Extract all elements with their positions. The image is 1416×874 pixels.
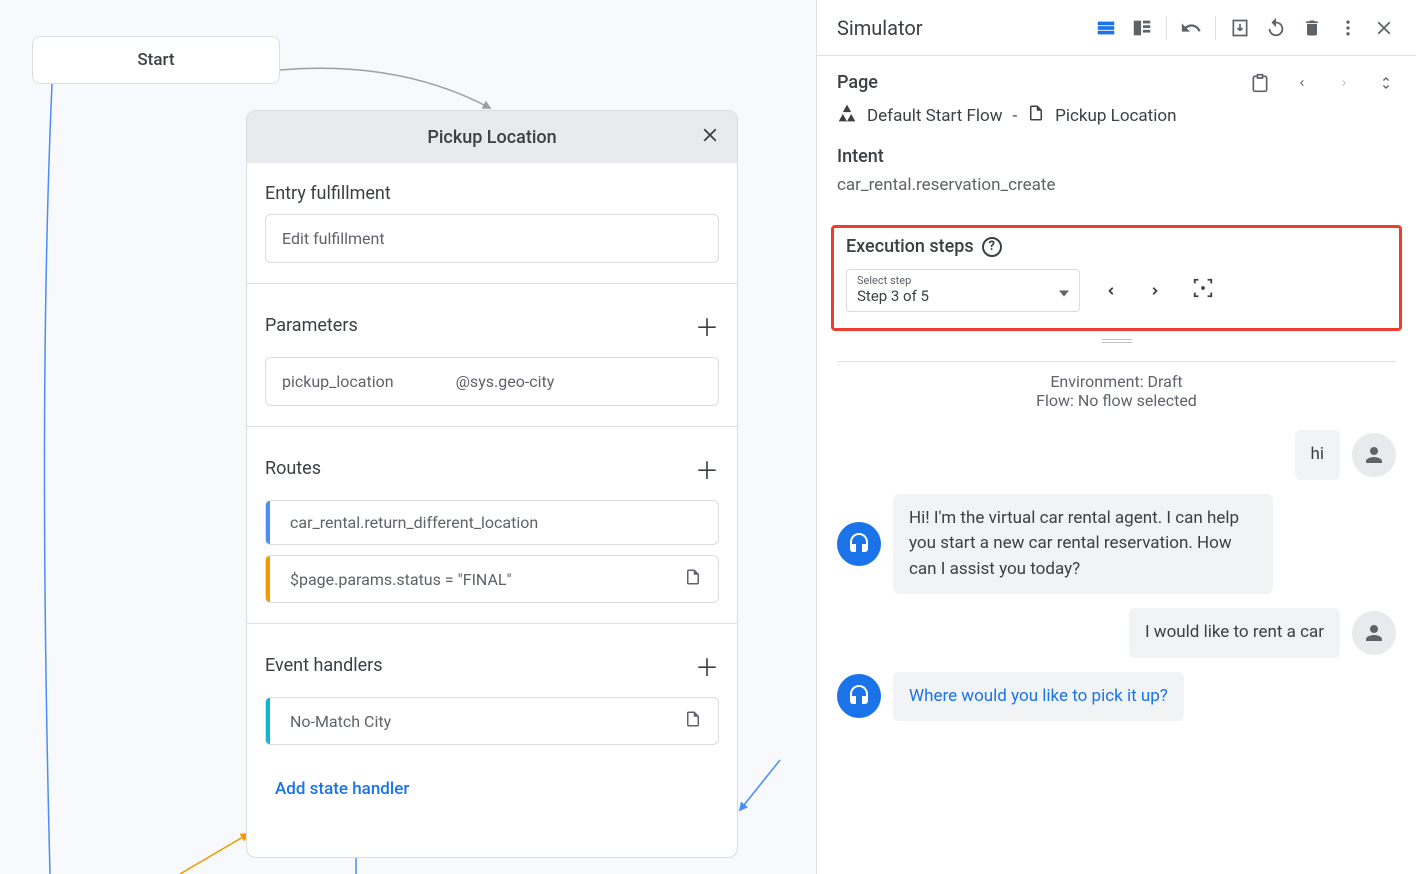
step-next-button[interactable]: [1148, 279, 1162, 303]
add-event-handler-button[interactable]: ＋: [695, 648, 719, 683]
add-route-button[interactable]: ＋: [695, 451, 719, 486]
reset-icon[interactable]: [1264, 16, 1288, 40]
breadcrumb-flow: Default Start Flow: [867, 106, 1002, 126]
page-icon: [684, 710, 702, 732]
page-icon: [684, 568, 702, 590]
page-section-label: Page: [837, 72, 878, 93]
event-handler-row[interactable]: No-Match City: [265, 697, 719, 745]
focus-icon[interactable]: [1192, 277, 1214, 304]
undo-icon[interactable]: [1179, 16, 1203, 40]
next-page-icon[interactable]: [1334, 73, 1354, 93]
parameter-name: pickup_location: [282, 372, 394, 391]
page-panel-title: Pickup Location: [427, 127, 556, 148]
agent-message: Where would you like to pick it up?: [893, 672, 1184, 722]
message-row: I would like to rent a car: [837, 608, 1396, 658]
delete-icon[interactable]: [1300, 16, 1324, 40]
simulator-title: Simulator: [837, 16, 1094, 40]
user-message: I would like to rent a car: [1129, 608, 1340, 658]
prev-page-icon[interactable]: [1292, 73, 1312, 93]
view-mode-side-icon[interactable]: [1130, 16, 1154, 40]
page-icon: [1027, 104, 1045, 127]
simulator-panel: Simulator: [816, 0, 1416, 874]
parameter-entity: @sys.geo-city: [456, 372, 555, 391]
clipboard-icon[interactable]: [1250, 73, 1270, 93]
edit-fulfillment-label: Edit fulfillment: [282, 229, 385, 248]
routes-label: Routes: [265, 458, 321, 479]
conversation-area: Environment: Draft Flow: No flow selecte…: [817, 351, 1416, 874]
agent-avatar-icon: [837, 674, 881, 718]
add-state-handler-button[interactable]: Add state handler: [265, 771, 719, 807]
breadcrumb-page: Pickup Location: [1055, 106, 1176, 126]
flow-canvas[interactable]: Start Pickup Location Entry fulfillment …: [0, 0, 800, 874]
environment-info: Environment: Draft Flow: No flow selecte…: [837, 361, 1396, 410]
collapse-icon[interactable]: [1376, 73, 1396, 93]
event-handler-label: No-Match City: [278, 712, 672, 731]
user-avatar-icon: [1352, 433, 1396, 477]
page-config-panel: Pickup Location Entry fulfillment Edit f…: [246, 110, 738, 858]
edit-fulfillment-button[interactable]: Edit fulfillment: [265, 214, 719, 263]
step-prev-button[interactable]: [1104, 279, 1118, 303]
parameters-label: Parameters: [265, 315, 358, 336]
message-row: Hi! I'm the virtual car rental agent. I …: [837, 494, 1396, 595]
route-label: car_rental.return_different_location: [278, 513, 702, 532]
message-row: Where would you like to pick it up?: [837, 672, 1396, 722]
route-row[interactable]: car_rental.return_different_location: [265, 500, 719, 545]
user-avatar-icon: [1352, 611, 1396, 655]
execution-steps-label: Execution steps: [846, 236, 974, 257]
agent-message: Hi! I'm the virtual car rental agent. I …: [893, 494, 1273, 595]
close-simulator-icon[interactable]: [1372, 16, 1396, 40]
resize-handle[interactable]: [817, 331, 1416, 351]
event-handlers-label: Event handlers: [265, 655, 383, 676]
simulator-header: Simulator: [817, 0, 1416, 56]
user-message: hi: [1295, 430, 1341, 480]
view-mode-split-icon[interactable]: [1094, 16, 1118, 40]
message-row: hi: [837, 430, 1396, 480]
step-select[interactable]: Select step Step 3 of 5: [846, 269, 1080, 312]
entry-fulfillment-label: Entry fulfillment: [265, 177, 719, 214]
intent-value: car_rental.reservation_create: [837, 175, 1396, 195]
step-select-label: Select step: [857, 274, 1069, 287]
add-parameter-button[interactable]: ＋: [695, 308, 719, 343]
page-panel-header: Pickup Location: [247, 111, 737, 163]
flow-line: Flow: No flow selected: [837, 391, 1396, 410]
help-icon[interactable]: ?: [982, 237, 1002, 257]
intent-label: Intent: [837, 146, 1396, 167]
page-breadcrumb: Default Start Flow - Pickup Location: [837, 103, 1396, 128]
route-label: $page.params.status = "FINAL": [278, 570, 672, 589]
close-icon[interactable]: [699, 124, 721, 151]
start-node[interactable]: Start: [32, 36, 280, 84]
flow-icon: [837, 103, 857, 128]
breadcrumb-separator: -: [1012, 106, 1017, 126]
route-row[interactable]: $page.params.status = "FINAL": [265, 555, 719, 603]
execution-steps-block: Execution steps ? Select step Step 3 of …: [831, 225, 1402, 331]
agent-avatar-icon: [837, 522, 881, 566]
step-select-value: Step 3 of 5: [857, 287, 1069, 305]
parameter-row[interactable]: pickup_location @sys.geo-city: [265, 357, 719, 406]
environment-line: Environment: Draft: [837, 372, 1396, 391]
start-node-label: Start: [137, 50, 174, 70]
download-icon[interactable]: [1228, 16, 1252, 40]
more-icon[interactable]: [1336, 16, 1360, 40]
dropdown-arrow-icon: [1059, 281, 1069, 300]
